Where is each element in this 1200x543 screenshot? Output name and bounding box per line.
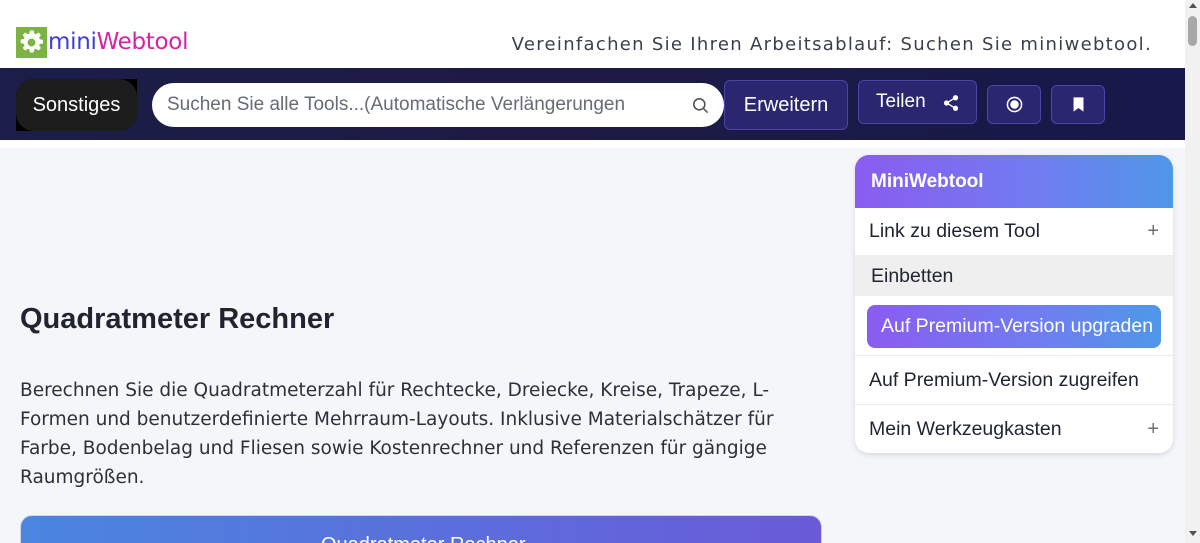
link-to-tool-item[interactable]: Link zu diesem Tool + [855,208,1173,256]
share-button-label: Teilen [876,91,926,112]
logo-text: miniWebtool [48,27,188,58]
page-title: Quadratmeter Rechner [20,303,335,335]
share-icon [943,95,959,111]
scroll-thumb[interactable] [1188,16,1197,46]
my-toolbox-label: Mein Werkzeugkasten [869,417,1062,440]
scroll-down-arrow-icon[interactable] [1189,531,1197,536]
calculator-header: Quadratmeter Rechner [20,515,822,543]
logo-mini-text: mini [48,29,97,55]
bookmark-icon [1073,97,1083,112]
gear-icon [16,27,47,58]
nav-divider [0,140,1185,148]
category-button[interactable]: Sonstiges [16,79,137,131]
plus-icon[interactable]: + [1147,220,1159,243]
page-description: Berechnen Sie die Quadratmeterzahl für R… [20,380,774,488]
record-button[interactable] [987,85,1041,124]
site-logo[interactable]: miniWebtool [16,27,188,58]
logo-webtool-text: Webtool [96,29,189,55]
calculator-title: Quadratmeter Rechner [321,534,526,543]
share-button[interactable]: Teilen [858,80,977,124]
search-icon[interactable] [691,96,710,115]
nav-bar: Sonstiges Erweitern Teilen [0,68,1185,140]
tagline: Vereinfachen Sie Ihren Arbeitsablauf: Su… [511,34,1152,55]
my-toolbox-item[interactable]: Mein Werkzeugkasten + [855,405,1173,453]
miniwebtool-widget: MiniWebtool Link zu diesem Tool + Einbet… [855,155,1173,453]
expand-button[interactable]: Erweitern [724,80,848,130]
plus-icon[interactable]: + [1147,418,1159,441]
record-icon [1006,96,1022,113]
widget-title: MiniWebtool [855,155,1173,208]
search-box [152,83,724,127]
access-premium-item[interactable]: Auf Premium-Version zugreifen [855,355,1173,405]
link-to-tool-label: Link zu diesem Tool [869,220,1040,242]
bookmark-button[interactable] [1051,85,1105,124]
page-scrollbar[interactable] [1185,0,1200,543]
category-button-label: Sonstiges [16,79,137,131]
upgrade-premium-button[interactable]: Auf Premium-Version upgraden [867,305,1161,348]
search-input[interactable] [167,94,687,116]
scroll-up-arrow-icon[interactable] [1189,3,1197,8]
embed-item[interactable]: Einbetten [855,256,1173,296]
site-header: miniWebtool Vereinfachen Sie Ihren Arbei… [0,0,1185,68]
